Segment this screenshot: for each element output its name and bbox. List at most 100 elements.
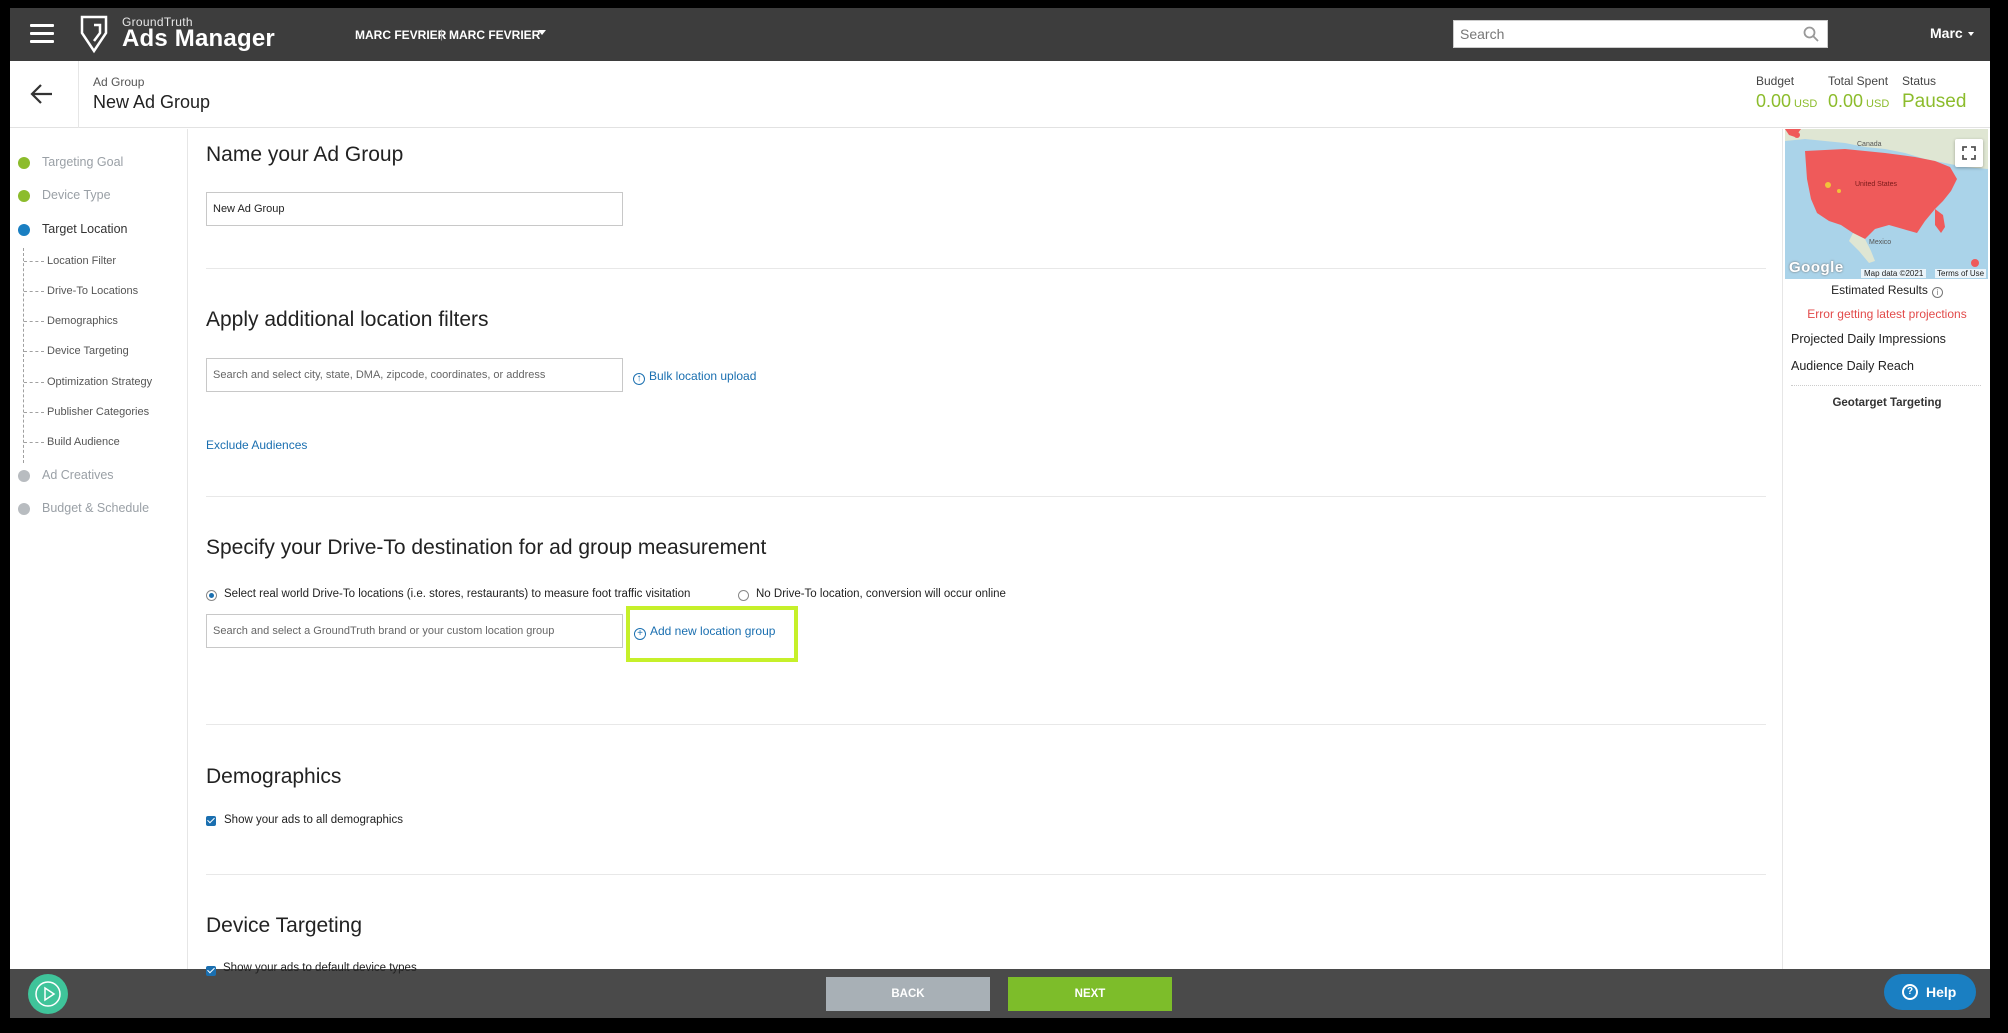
help-label: Help [1926, 984, 1957, 1000]
substep-connector [24, 291, 44, 292]
geotarget-map[interactable]: Canada United States Mexico Google Map d… [1785, 129, 1988, 279]
spent-label: Total Spent [1828, 74, 1889, 88]
app-window: GroundTruth Ads Manager MARC FEVRIER | M… [10, 8, 1990, 1018]
substep-connector [24, 442, 44, 443]
substep-connector [24, 412, 44, 413]
account-switcher[interactable]: MARC FEVRIER [449, 28, 540, 42]
user-menu[interactable]: Marc [1930, 25, 1963, 41]
fullscreen-icon[interactable] [1955, 139, 1983, 167]
account-separator: | [440, 27, 444, 41]
substep-location-filter[interactable]: Location Filter [47, 255, 116, 267]
radio-real-world-locations[interactable] [206, 590, 217, 601]
all-demographics-checkbox[interactable] [206, 816, 216, 826]
ad-group-name-input[interactable] [206, 192, 623, 226]
section-title-name: Name your Ad Group [206, 143, 404, 166]
substep-connector [24, 351, 44, 352]
account-name: MARC FEVRIER [355, 28, 447, 42]
back-arrow-icon[interactable] [30, 83, 54, 105]
chevron-down-icon[interactable] [538, 30, 546, 35]
step-complete-icon [18, 190, 30, 202]
section-title-location-filters: Apply additional location filters [206, 308, 489, 331]
play-icon[interactable] [28, 974, 68, 1014]
substep-optimization-strategy[interactable]: Optimization Strategy [47, 376, 152, 388]
map-logo: Google [1789, 259, 1844, 276]
step-label: Device Type [42, 188, 111, 202]
page-title: New Ad Group [93, 92, 211, 112]
groundtruth-logo-icon [80, 15, 108, 54]
substep-demographics[interactable]: Demographics [47, 315, 118, 327]
location-filter-search[interactable] [206, 358, 623, 392]
substep-connector [24, 261, 44, 262]
upload-icon: ↑ [633, 373, 645, 385]
step-label: Targeting Goal [42, 155, 124, 169]
projection-error: Error getting latest projections [1807, 307, 1967, 321]
substep-connector [24, 321, 44, 322]
breadcrumb: Ad Group [93, 75, 145, 89]
step-label: Ad Creatives [42, 468, 114, 482]
budget-unit: USD [1794, 98, 1818, 110]
default-device-types-checkbox[interactable] [206, 966, 216, 976]
audience-reach-label: Audience Daily Reach [1791, 359, 1914, 373]
substep-drive-to-locations[interactable]: Drive-To Locations [47, 285, 138, 297]
all-demographics-label: Show your ads to all demographics [224, 814, 403, 826]
section-divider [206, 874, 1766, 875]
map-terms-link[interactable]: Terms of Use [1935, 269, 1987, 278]
bulk-location-upload-link[interactable]: ↑ Bulk location upload [633, 369, 756, 385]
search-input[interactable] [1454, 21, 1784, 47]
help-icon: ? [1902, 984, 1918, 1000]
hamburger-menu-icon[interactable] [30, 24, 54, 44]
section-divider [206, 268, 1766, 269]
section-title-demographics: Demographics [206, 765, 342, 788]
drive-to-location-search[interactable] [206, 614, 623, 648]
map-label-mexico: Mexico [1869, 239, 1892, 246]
substep-device-targeting[interactable]: Device Targeting [47, 345, 129, 357]
budget-label: Budget [1756, 74, 1795, 88]
spent-value: 0.00 USD [1828, 91, 1889, 112]
substep-publisher-categories[interactable]: Publisher Categories [47, 406, 149, 418]
map-label-us: United States [1855, 181, 1898, 188]
estimated-results-heading: Estimated Results i [1783, 283, 1990, 298]
radio-no-drive-to[interactable] [738, 590, 749, 601]
substep-connector [24, 382, 44, 383]
help-button[interactable]: ? Help [1884, 974, 1976, 1010]
map-attribution: Map data ©2021 [1861, 269, 1927, 278]
step-pending-icon [18, 503, 30, 515]
section-title-drive-to: Specify your Drive-To destination for ad… [206, 536, 767, 559]
estimated-results-label: Estimated Results [1831, 283, 1928, 297]
step-label: Budget & Schedule [42, 501, 150, 515]
wizard-stepper: Targeting Goal Device Type Target Locati… [10, 129, 188, 974]
substep-build-audience[interactable]: Build Audience [47, 436, 120, 448]
projected-impressions-label: Projected Daily Impressions [1791, 332, 1946, 346]
global-search [1453, 20, 1828, 48]
spent-unit: USD [1866, 98, 1890, 110]
status-badge: Paused [1902, 91, 1967, 112]
exclude-audiences-link[interactable]: Exclude Audiences [206, 438, 307, 452]
default-device-types-label: Show your ads to default device types [223, 962, 417, 974]
radio-real-world-label: Select real world Drive-To locations (i.… [224, 588, 691, 600]
spent-amount: 0.00 [1828, 91, 1864, 111]
section-divider [206, 496, 1766, 497]
section-title-device-targeting: Device Targeting [206, 914, 363, 937]
next-button[interactable]: NEXT [1008, 977, 1172, 1011]
status-label: Status [1902, 74, 1937, 88]
substep-rail [23, 248, 24, 463]
chevron-down-icon[interactable] [1968, 32, 1974, 36]
divider [78, 61, 79, 128]
highlight-box [626, 606, 798, 662]
geotarget-targeting-label: Geotarget Targeting [1832, 397, 1942, 409]
radio-no-drive-to-label: No Drive-To location, conversion will oc… [756, 588, 1006, 600]
search-icon[interactable] [1803, 26, 1819, 42]
estimate-panel: Canada United States Mexico Google Map d… [1782, 129, 1990, 974]
page-header: Ad Group New Ad Group Budget 0.00 USD Tot… [10, 61, 1990, 128]
section-divider [206, 724, 1766, 725]
step-pending-icon [18, 470, 30, 482]
bulk-upload-label: Bulk location upload [649, 369, 757, 383]
budget-amount: 0.00 [1756, 91, 1792, 111]
footer-action-bar: BACK NEXT ? Help [10, 969, 1990, 1018]
brand-title: Ads Manager [122, 25, 275, 52]
step-complete-icon [18, 157, 30, 169]
back-button[interactable]: BACK [826, 977, 990, 1011]
info-icon[interactable]: i [1931, 287, 1943, 298]
step-label: Target Location [42, 222, 128, 236]
top-navbar: GroundTruth Ads Manager MARC FEVRIER | M… [10, 8, 1990, 61]
